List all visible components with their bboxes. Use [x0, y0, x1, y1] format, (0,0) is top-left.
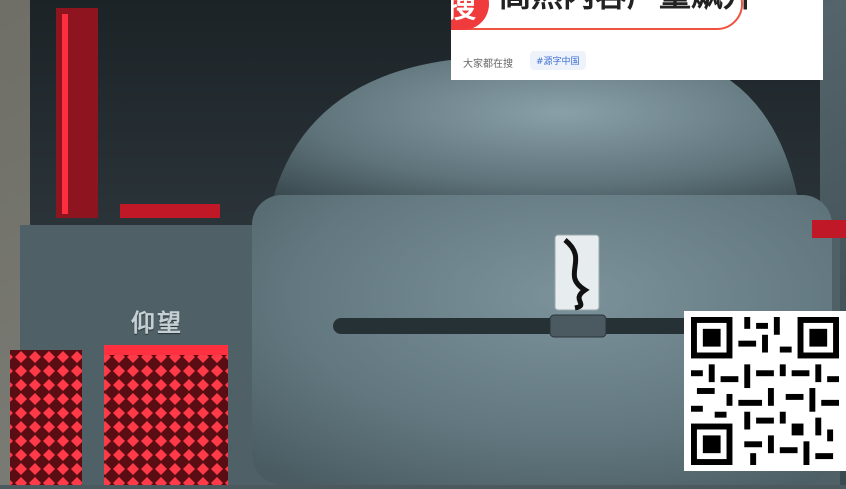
search-widget[interactable]: 热搜 高热内容产量飙升 大家都在搜 #源字中国: [451, 0, 823, 80]
trending-search-pill[interactable]: 热搜 高热内容产量飙升: [451, 0, 755, 30]
brand-emblem-text: 仰望: [131, 309, 183, 337]
search-query-text[interactable]: 高热内容产量飙升: [499, 0, 755, 16]
hot-badge: 热搜: [451, 0, 489, 30]
trending-tag[interactable]: #源字中国: [530, 51, 586, 70]
qr-code-graphic: [691, 317, 839, 465]
trending-label: 大家都在搜: [463, 59, 513, 70]
qr-code-icon[interactable]: [684, 311, 846, 471]
